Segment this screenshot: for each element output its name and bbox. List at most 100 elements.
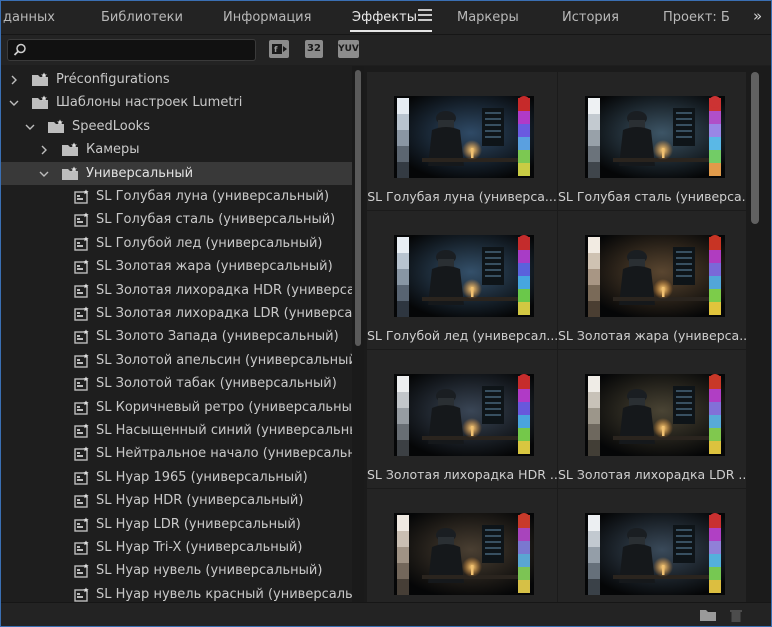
tree-preset-row[interactable]: SL Коричневый ретро (универсальный) (1, 396, 352, 419)
lumetri-preset-icon (74, 540, 90, 555)
tree-preset-row[interactable]: SL Нуар нувель красный (универсальный) (1, 583, 352, 602)
grid-scrollbar[interactable] (746, 66, 771, 602)
tab-1[interactable]: Библиотеки (101, 10, 183, 25)
trash-icon[interactable] (729, 608, 743, 623)
bin-folder-icon (31, 95, 49, 110)
preset-preview-card[interactable]: SL Золотая лихорадка LDR ... (558, 350, 746, 488)
preset-preview-card[interactable] (558, 489, 746, 602)
chevron-down-icon[interactable] (9, 97, 19, 107)
effects-search-row: f 32 YUV (1, 35, 771, 65)
tree-preset-row[interactable]: SL Нуар Tri-X (универсальный) (1, 536, 352, 559)
tree-preset-row[interactable]: SL Голубая сталь (универсальный) (1, 208, 352, 231)
preset-thumbnail (585, 513, 725, 595)
preset-preview-card[interactable]: SL Голубой лед (универсал... (367, 211, 557, 349)
preset-caption: SL Золотая лихорадка HDR ... (367, 467, 557, 482)
tree-preset-row[interactable]: SL Золотой табак (универсальный) (1, 372, 352, 395)
tree-preset-row[interactable]: SL Нуар LDR (универсальный) (1, 513, 352, 536)
tree-row-label: SpeedLooks (72, 118, 150, 134)
tree-scrollbar-thumb[interactable] (355, 70, 361, 346)
chevron-down-icon[interactable] (39, 168, 49, 178)
32-bit-color-button[interactable]: 32 (305, 40, 323, 58)
search-input[interactable] (7, 39, 256, 61)
tree-folder-row[interactable]: Préconfigurations (1, 68, 352, 91)
tree-preset-row[interactable]: SL Голубой лед (универсальный) (1, 232, 352, 255)
tree-preset-row[interactable]: SL Нуар 1965 (универсальный) (1, 466, 352, 489)
tree-row-label: SL Голубая сталь (универсальный) (96, 212, 336, 228)
grid-scrollbar-thumb[interactable] (751, 72, 759, 224)
lumetri-preset-icon (74, 189, 90, 204)
bin-folder-icon (47, 119, 65, 134)
tab-6[interactable]: Проект: Б (663, 10, 730, 25)
preset-thumbnail (585, 96, 725, 178)
lumetri-preset-icon (74, 493, 90, 508)
new-folder-icon[interactable] (699, 608, 717, 622)
tab-3[interactable]: Эффекты (352, 10, 417, 25)
tree-folder-row[interactable]: SpeedLooks (1, 115, 352, 138)
tree-preset-row[interactable]: SL Золото Запада (универсальный) (1, 325, 352, 348)
lumetri-preset-icon (74, 446, 90, 462)
tree-preset-row[interactable]: SL Золотая лихорадка HDR (универсальный) (1, 279, 352, 302)
double-chevron-right-icon[interactable]: » (753, 7, 762, 25)
tree-row-label: SL Нуар LDR (универсальный) (96, 516, 301, 532)
tree-row-label: SL Золотой апельсин (универсальный) (96, 352, 352, 368)
preset-preview-card[interactable]: SL Голубая луна (универса... (367, 72, 557, 210)
tab-4[interactable]: Маркеры (457, 10, 519, 25)
preset-caption: SL Голубой лед (универсал... (367, 328, 557, 343)
tree-row-label: SL Насыщенный синий (универсальный) (96, 423, 352, 438)
preset-preview-card[interactable]: SL Голубая сталь (универса... (558, 72, 746, 210)
tab-0[interactable]: данных (3, 10, 55, 25)
preset-preview-card[interactable]: SL Золотая лихорадка HDR ... (367, 350, 557, 488)
lumetri-preset-icon (74, 563, 90, 579)
tree-scrollbar[interactable] (352, 66, 364, 602)
preset-preview-grid: SL Голубая луна (универса... SL Голубая с… (364, 66, 746, 602)
tree-folder-row[interactable]: Камеры (1, 138, 352, 161)
preset-preview-card[interactable] (367, 489, 557, 602)
tree-row-label: SL Нуар нувель красный (универсальный) (96, 586, 352, 602)
bin-folder-icon (61, 166, 79, 181)
lumetri-preset-icon (74, 423, 90, 438)
chevron-right-icon[interactable] (9, 74, 19, 85)
tree-row-label: SL Золотой табак (универсальный) (96, 376, 337, 392)
effects-tree: Préconfigurations Шаблоны настроек Lumetr… (1, 66, 352, 602)
tree-row-label: SL Нуар 1965 (универсальный) (96, 469, 308, 485)
tree-preset-row[interactable]: SL Нейтральное начало (универсальный) (1, 442, 352, 465)
chevron-right-icon[interactable] (39, 144, 49, 155)
bin-folder-icon (61, 142, 79, 157)
tree-preset-row[interactable]: SL Насыщенный синий (универсальный) (1, 419, 352, 442)
tree-preset-row[interactable]: SL Нуар HDR (универсальный) (1, 489, 352, 512)
tree-row-label: SL Голубая луна (универсальный) (96, 189, 330, 204)
preset-thumbnail (394, 513, 534, 595)
preset-thumbnail (394, 374, 534, 456)
tree-preset-row[interactable]: SL Золотая жара (универсальный) (1, 255, 352, 278)
tree-row-label: Камеры (86, 142, 140, 158)
tree-row-label: Шаблоны настроек Lumetri (56, 95, 243, 111)
lumetri-preset-icon (74, 353, 90, 368)
preset-thumbnail (585, 374, 725, 456)
lumetri-preset-icon (74, 470, 90, 485)
tree-preset-row[interactable]: SL Нуар нувель (универсальный) (1, 559, 352, 582)
tree-row-label: SL Голубой лед (универсальный) (96, 235, 323, 251)
preset-caption: SL Голубая луна (универса... (367, 189, 557, 204)
active-tab-underline (350, 30, 432, 32)
tree-preset-row[interactable]: SL Голубая луна (универсальный) (1, 185, 352, 208)
tab-2[interactable]: Информация (223, 10, 311, 25)
panel-menu-icon[interactable] (418, 9, 432, 23)
svg-text:f: f (274, 45, 278, 54)
tree-folder-row[interactable]: Шаблоны настроек Lumetri (1, 91, 352, 114)
lumetri-preset-icon (74, 400, 90, 415)
panel-bottom-bar (1, 602, 771, 626)
tab-5[interactable]: История (562, 10, 619, 25)
yuv-effects-button[interactable]: YUV (338, 40, 359, 58)
accelerated-effects-button[interactable]: f (269, 40, 289, 58)
tree-folder-row[interactable]: Универсальный (1, 161, 352, 185)
tree-preset-row[interactable]: SL Золотой апельсин (универсальный) (1, 349, 352, 372)
chevron-down-icon[interactable] (25, 121, 35, 131)
tree-row-label: SL Нуар нувель (универсальный) (96, 563, 323, 579)
lumetri-preset-icon (74, 236, 90, 251)
preset-preview-card[interactable]: SL Золотая жара (универса... (558, 211, 746, 349)
tree-row-label: SL Нейтральное начало (универсальный) (96, 446, 352, 462)
lumetri-preset-icon (74, 376, 90, 391)
preset-caption: SL Золотая жара (универса... (558, 328, 746, 343)
preset-thumbnail (394, 96, 534, 178)
tree-preset-row[interactable]: SL Золотая лихорадка LDR (универсальный) (1, 302, 352, 325)
